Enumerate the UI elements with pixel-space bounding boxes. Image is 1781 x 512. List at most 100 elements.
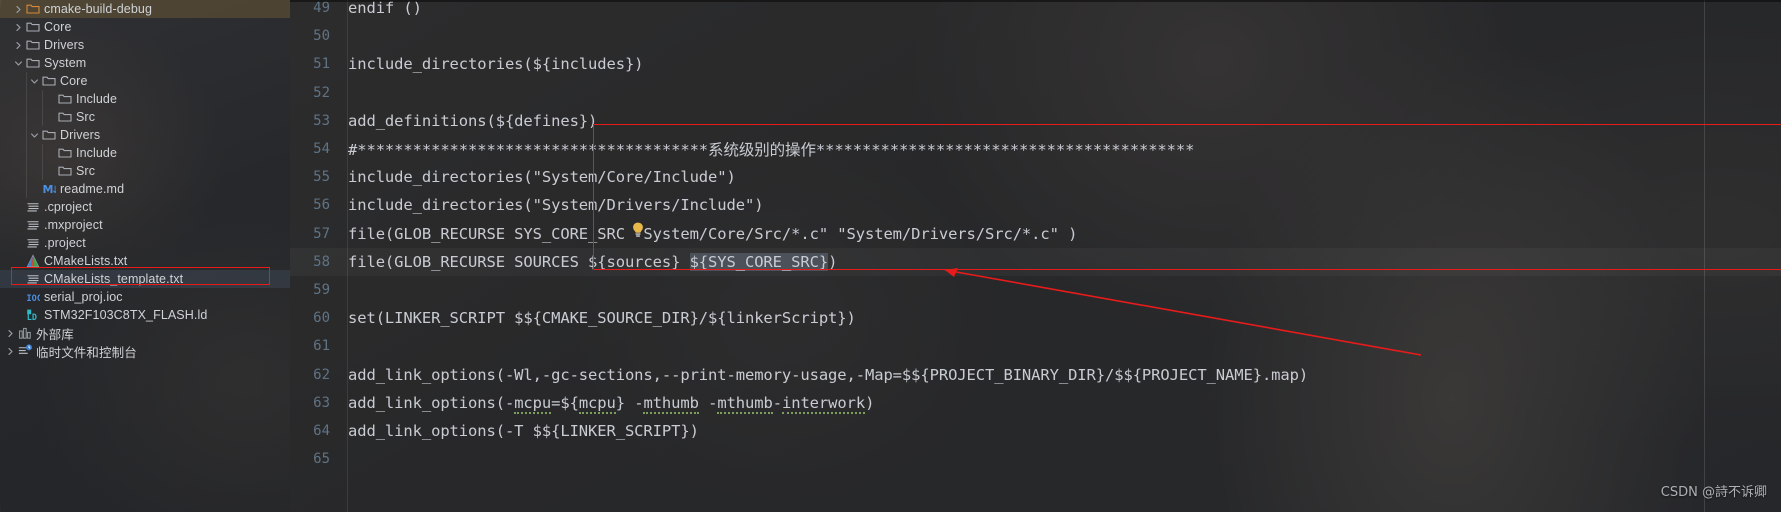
- ioc-icon: IOC: [25, 288, 40, 306]
- tree-item-label: Core: [60, 74, 88, 88]
- code-line-50[interactable]: 50: [290, 22, 1781, 50]
- chevron-right-icon[interactable]: [12, 18, 25, 36]
- selected-text[interactable]: ${SYS_CORE_SRC}: [689, 252, 828, 271]
- tree-item--[interactable]: 临时文件和控制台: [0, 342, 290, 360]
- code-line-62[interactable]: 62 add_link_options(-Wl,-gc-sections,--pr…: [290, 361, 1781, 389]
- line-number: 52: [313, 84, 330, 101]
- line-number: 54: [313, 141, 330, 157]
- code-line-57[interactable]: 57 file(GLOB_RECURSE SYS_CORE_SRC "System…: [290, 220, 1781, 248]
- spellcheck-word: mcpu: [578, 393, 616, 414]
- chevron-right-icon[interactable]: [4, 342, 17, 360]
- library-icon: [17, 324, 32, 342]
- tree-item-drivers[interactable]: Drivers: [0, 126, 290, 144]
- code-line-63[interactable]: 63 add_link_options(-mcpu=${mcpu} -mthumb…: [290, 389, 1781, 417]
- code-text: add_link_options(-T $${LINKER_SCRIPT}): [348, 422, 699, 440]
- spellcheck-word: mthumb: [717, 393, 773, 414]
- spellcheck-word: mthumb: [643, 393, 699, 414]
- chevron-down-icon[interactable]: [28, 72, 41, 90]
- code-line-65[interactable]: 65: [290, 445, 1781, 473]
- tree-item--[interactable]: 外部库: [0, 324, 290, 342]
- tree-item-drivers[interactable]: Drivers: [0, 36, 290, 54]
- line-number: 62: [313, 366, 330, 383]
- tree-item-.project[interactable]: .project: [0, 234, 290, 252]
- project-tree[interactable]: cmake-build-debug Core Drivers System Core In…: [0, 0, 290, 360]
- ld-icon: LD: [25, 306, 40, 324]
- line-number: 53: [313, 112, 330, 129]
- comment-chinese-text: 系统级别的操作: [708, 141, 816, 159]
- folder-icon: [57, 108, 72, 126]
- code-line-51[interactable]: 51 include_directories(${includes}): [290, 50, 1781, 78]
- chevron-down-icon[interactable]: [12, 54, 25, 72]
- code-text: set(LINKER_SCRIPT $${CMAKE_SOURCE_DIR}/$…: [348, 309, 856, 328]
- tree-item-.cproject[interactable]: .cproject: [0, 198, 290, 216]
- tree-item-src[interactable]: Src: [0, 162, 290, 180]
- tree-item-.mxproject[interactable]: .mxproject: [0, 216, 290, 234]
- tree-item-cmakelists.txt[interactable]: CMakeLists.txt: [0, 252, 290, 270]
- line-number: 64: [313, 423, 330, 439]
- tree-item-readme.md[interactable]: M ↓ readme.md: [0, 180, 290, 198]
- code-line-61[interactable]: 61: [290, 332, 1781, 360]
- tree-item-core[interactable]: Core: [0, 72, 290, 90]
- code-editor[interactable]: 49 endif () 50 51 include_directories(${incl…: [290, 0, 1781, 512]
- line-number: 58: [313, 253, 330, 270]
- chevron-right-icon[interactable]: [12, 0, 25, 18]
- chevron-right-icon[interactable]: [4, 324, 17, 342]
- tree-item-label: Src: [76, 110, 96, 124]
- code-line-56[interactable]: 56 include_directories("System/Drivers/In…: [290, 191, 1781, 219]
- chevron-down-icon[interactable]: [28, 126, 41, 144]
- tree-item-label: Include: [76, 92, 118, 106]
- right-margin-rule: [1704, 0, 1705, 512]
- tree-item-label: cmake-build-debug: [44, 2, 153, 16]
- text-file-icon: [25, 270, 40, 288]
- svg-text:LD: LD: [26, 313, 36, 322]
- folder-icon: [57, 90, 72, 108]
- text-file-icon: [25, 234, 40, 252]
- code-line-59[interactable]: 59: [290, 276, 1781, 304]
- code-line-60[interactable]: 60 set(LINKER_SCRIPT $${CMAKE_SOURCE_DIR}…: [290, 304, 1781, 332]
- tree-item-serial_proj.ioc[interactable]: IOC serial_proj.ioc: [0, 288, 290, 306]
- tree-item-src[interactable]: Src: [0, 108, 290, 126]
- tree-item-system[interactable]: System: [0, 54, 290, 72]
- tree-item-core[interactable]: Core: [0, 18, 290, 36]
- tree-item-label: Core: [44, 20, 72, 34]
- code-line-54[interactable]: 54 #*************************************…: [290, 135, 1781, 163]
- csdn-watermark: CSDN @詩不诉卿: [1660, 485, 1767, 500]
- window-top-edge: [290, 0, 1781, 2]
- folder-icon: [57, 162, 72, 180]
- tree-item-label: Src: [76, 164, 96, 178]
- folder-icon: [41, 126, 56, 144]
- folder-icon: [57, 144, 72, 162]
- line-number: 56: [313, 197, 330, 214]
- code-text: include_directories(${includes}): [348, 55, 644, 74]
- code-line-52[interactable]: 52: [290, 79, 1781, 107]
- line-number: 51: [313, 56, 330, 73]
- tree-item-label: System: [44, 56, 87, 70]
- code-text: add_definitions(${defines}): [348, 111, 598, 130]
- markdown-icon: M ↓: [41, 180, 56, 198]
- code-text: file(GLOB_RECURSE SOURCES ${sources} ${S…: [348, 252, 838, 271]
- code-line-58[interactable]: 58 file(GLOB_RECURSE SOURCES ${sources} $…: [290, 248, 1781, 276]
- code-text: #**************************************系…: [348, 141, 1195, 159]
- line-number: 63: [313, 394, 330, 411]
- code-line-55[interactable]: 55 include_directories("System/Core/Inclu…: [290, 163, 1781, 191]
- code-line-53[interactable]: 53 add_definitions(${defines}): [290, 107, 1781, 135]
- intention-bulb-icon[interactable]: [631, 222, 645, 238]
- tree-item-label: .project: [44, 236, 86, 250]
- code-line-49[interactable]: 49 endif (): [290, 0, 1781, 22]
- tree-item-label: .cproject: [44, 200, 93, 214]
- line-number: 61: [313, 338, 330, 355]
- chevron-right-icon[interactable]: [12, 36, 25, 54]
- tree-item-label: serial_proj.ioc: [44, 290, 123, 304]
- tree-item-cmake-build-debug[interactable]: cmake-build-debug: [0, 0, 290, 18]
- code-line-64[interactable]: 64 add_link_options(-T $${LINKER_SCRIPT}): [290, 417, 1781, 445]
- code-text: endif (): [348, 0, 422, 17]
- tree-item-include[interactable]: Include: [0, 144, 290, 162]
- ide-window: cmake-build-debug Core Drivers System Core In…: [0, 0, 1781, 512]
- line-number: 50: [313, 28, 330, 45]
- project-tool-window[interactable]: cmake-build-debug Core Drivers System Core In…: [0, 0, 290, 512]
- code-text: include_directories("System/Core/Include…: [348, 168, 736, 187]
- tree-item-stm32f103c8tx_flash.ld[interactable]: LD STM32F103C8TX_FLASH.ld: [0, 306, 290, 324]
- tree-item-cmakelists_template.txt[interactable]: CMakeLists_template.txt: [0, 270, 290, 288]
- tree-item-include[interactable]: Include: [0, 90, 290, 108]
- svg-text:IOC: IOC: [26, 294, 40, 304]
